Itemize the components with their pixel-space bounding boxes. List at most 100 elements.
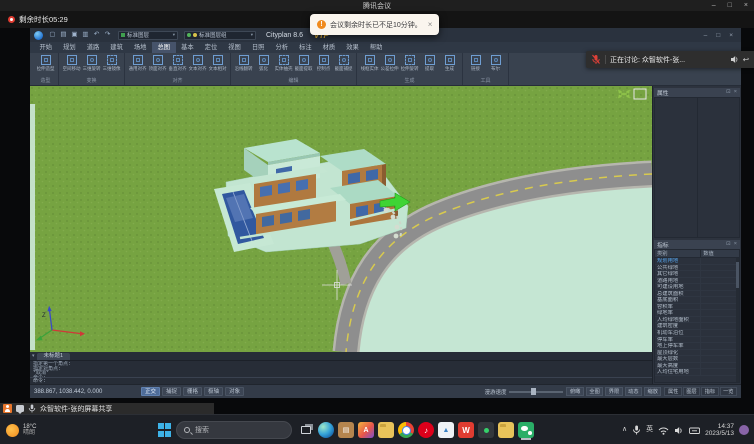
- ribbon-tool[interactable]: 三维旋转: [82, 54, 101, 77]
- app-minimize-button[interactable]: –: [704, 32, 708, 39]
- ribbon-tab[interactable]: 道路: [81, 42, 105, 53]
- ribbon-tab[interactable]: 规划: [58, 42, 82, 53]
- ribbon-tool[interactable]: 垂直对齐: [168, 54, 187, 77]
- status-toggle[interactable]: 对象: [225, 387, 244, 396]
- panel-tab-button[interactable]: 属性: [664, 387, 681, 396]
- panel-close-icon[interactable]: ×: [734, 240, 737, 249]
- ribbon-tab[interactable]: 视图: [223, 42, 247, 53]
- ribbon-tab[interactable]: 标注: [294, 42, 318, 53]
- ribbon-tool[interactable]: 顶面对齐: [148, 54, 167, 77]
- ribbon-tool[interactable]: 弧化: [254, 54, 273, 77]
- save-file-icon[interactable]: ▣: [70, 30, 79, 40]
- ribbon-tool[interactable]: 拉伸造型: [36, 54, 55, 77]
- pen-device-icon[interactable]: [689, 426, 700, 435]
- ribbon-tool[interactable]: 截面捕捉: [334, 54, 353, 77]
- hidden-icons-chevron[interactable]: ∧: [622, 425, 627, 435]
- app-close-button[interactable]: ×: [729, 32, 733, 39]
- microphone-tray-icon[interactable]: [632, 425, 641, 435]
- notification-badge[interactable]: [739, 425, 749, 435]
- new-file-icon[interactable]: ▢: [48, 30, 57, 40]
- ribbon-tool[interactable]: 公差拉伸: [380, 54, 399, 77]
- speaker-icon[interactable]: [730, 55, 739, 64]
- panel-pin-icon[interactable]: ⊡: [726, 240, 731, 249]
- ribbon-tab[interactable]: 开始: [34, 42, 58, 53]
- ribbon-tool[interactable]: 提取: [420, 54, 439, 77]
- clock[interactable]: 14:37 2023/5/13: [705, 423, 734, 437]
- reply-arrow-icon[interactable]: ↩: [743, 55, 749, 64]
- wps-office-icon[interactable]: W: [458, 422, 474, 438]
- file-explorer-icon[interactable]: [378, 422, 394, 438]
- ribbon-tab[interactable]: 日照: [246, 42, 270, 53]
- status-view-button[interactable]: 界限: [605, 387, 622, 396]
- command-window[interactable]: 指定第一个角点:指定对角点:*取消*命令: 命令:: [30, 360, 652, 384]
- ribbon-tool[interactable]: 实体抽壳: [274, 54, 293, 77]
- ribbon-tool[interactable]: 生成: [440, 54, 459, 77]
- panel-pin-icon[interactable]: ⊡: [726, 88, 731, 97]
- ribbon-tab[interactable]: 帮助: [364, 42, 388, 53]
- ribbon-tool[interactable]: 控制点: [314, 54, 333, 77]
- viewport-3d[interactable]: Z: [30, 86, 652, 352]
- panel-close-icon[interactable]: ×: [734, 88, 737, 97]
- undo-icon[interactable]: ↶: [92, 30, 101, 40]
- status-view-button[interactable]: 动态: [625, 387, 642, 396]
- meeting-close-button[interactable]: ×: [744, 0, 748, 11]
- ribbon-tool[interactable]: 线框实体: [360, 54, 379, 77]
- panel-scrollbar[interactable]: [736, 258, 739, 382]
- ribbon-tool[interactable]: 通用对齐: [128, 54, 147, 77]
- ime-indicator[interactable]: 英: [646, 425, 653, 435]
- meeting-maximize-button[interactable]: □: [728, 0, 732, 11]
- chrome-browser-icon[interactable]: [398, 422, 414, 438]
- ribbon-tab[interactable]: 分析: [270, 42, 294, 53]
- command-prompt[interactable]: 命令:: [30, 377, 652, 384]
- ribbon-tab[interactable]: 建筑: [105, 42, 129, 53]
- folder-icon[interactable]: [498, 422, 514, 438]
- layer-combo[interactable]: 标准图层 ▾: [118, 31, 178, 40]
- ribbon-tool[interactable]: 文本相对: [208, 54, 227, 77]
- save-as-icon[interactable]: ▥: [81, 30, 90, 40]
- microphone-off-icon[interactable]: [591, 54, 601, 65]
- ribbon-tool[interactable]: 截面提取: [294, 54, 313, 77]
- ribbon-tab[interactable]: 场地: [128, 42, 152, 53]
- chevron-down-icon[interactable]: ▾: [32, 352, 35, 360]
- ribbon-tool[interactable]: 链接: [466, 54, 485, 77]
- ribbon-tab[interactable]: 总图: [152, 42, 176, 53]
- wechat-icon[interactable]: [518, 422, 534, 438]
- status-toggle[interactable]: 正交: [141, 387, 160, 396]
- ribbon-tool[interactable]: 沿线翻转: [234, 54, 253, 77]
- status-view-button[interactable]: 缩放: [644, 387, 661, 396]
- edge-browser-icon[interactable]: [318, 422, 334, 438]
- meeting-minimize-button[interactable]: –: [712, 0, 716, 11]
- slider-thumb[interactable]: [531, 388, 536, 395]
- status-view-button[interactable]: 俯瞰: [566, 387, 583, 396]
- chat-icon[interactable]: [16, 405, 24, 412]
- cad-app-icon[interactable]: ▤: [338, 422, 354, 438]
- status-toggle[interactable]: 极轴: [204, 387, 223, 396]
- toast-close-button[interactable]: ×: [428, 20, 433, 29]
- status-toggle[interactable]: 栅格: [183, 387, 202, 396]
- search-input[interactable]: 搜索: [176, 421, 292, 439]
- panel-tab-button[interactable]: 指标: [701, 387, 718, 396]
- redo-icon[interactable]: ↷: [103, 30, 112, 40]
- wifi-icon[interactable]: [658, 426, 669, 435]
- open-file-icon[interactable]: ▤: [59, 30, 68, 40]
- task-view-icon[interactable]: [298, 422, 314, 438]
- ribbon-tab[interactable]: 基本: [176, 42, 200, 53]
- photos-app-icon[interactable]: ▲: [438, 422, 454, 438]
- panel-tab-button[interactable]: 图层: [683, 387, 700, 396]
- indicator-row[interactable]: 人均住宅用地: [655, 369, 739, 376]
- screen-share-indicator-icon[interactable]: [478, 422, 494, 438]
- ribbon-tool[interactable]: 文本对齐: [188, 54, 207, 77]
- status-toggle[interactable]: 捕捉: [162, 387, 181, 396]
- roam-speed-slider[interactable]: [509, 391, 563, 393]
- ribbon-tool[interactable]: 三维镜像: [102, 54, 121, 77]
- ribbon-tab[interactable]: 效果: [341, 42, 365, 53]
- panel-tab-button[interactable]: 一览: [720, 387, 737, 396]
- ribbon-tool[interactable]: 布尔: [486, 54, 505, 77]
- netease-music-icon[interactable]: ♪: [418, 422, 434, 438]
- ribbon-tool[interactable]: 空间移动: [62, 54, 81, 77]
- weather-widget[interactable]: 18°C 晴朗: [6, 415, 36, 444]
- status-view-button[interactable]: 全图: [586, 387, 603, 396]
- ribbon-tab[interactable]: 定位: [199, 42, 223, 53]
- app-maximize-button[interactable]: □: [716, 32, 720, 39]
- design-app-icon[interactable]: A: [358, 422, 374, 438]
